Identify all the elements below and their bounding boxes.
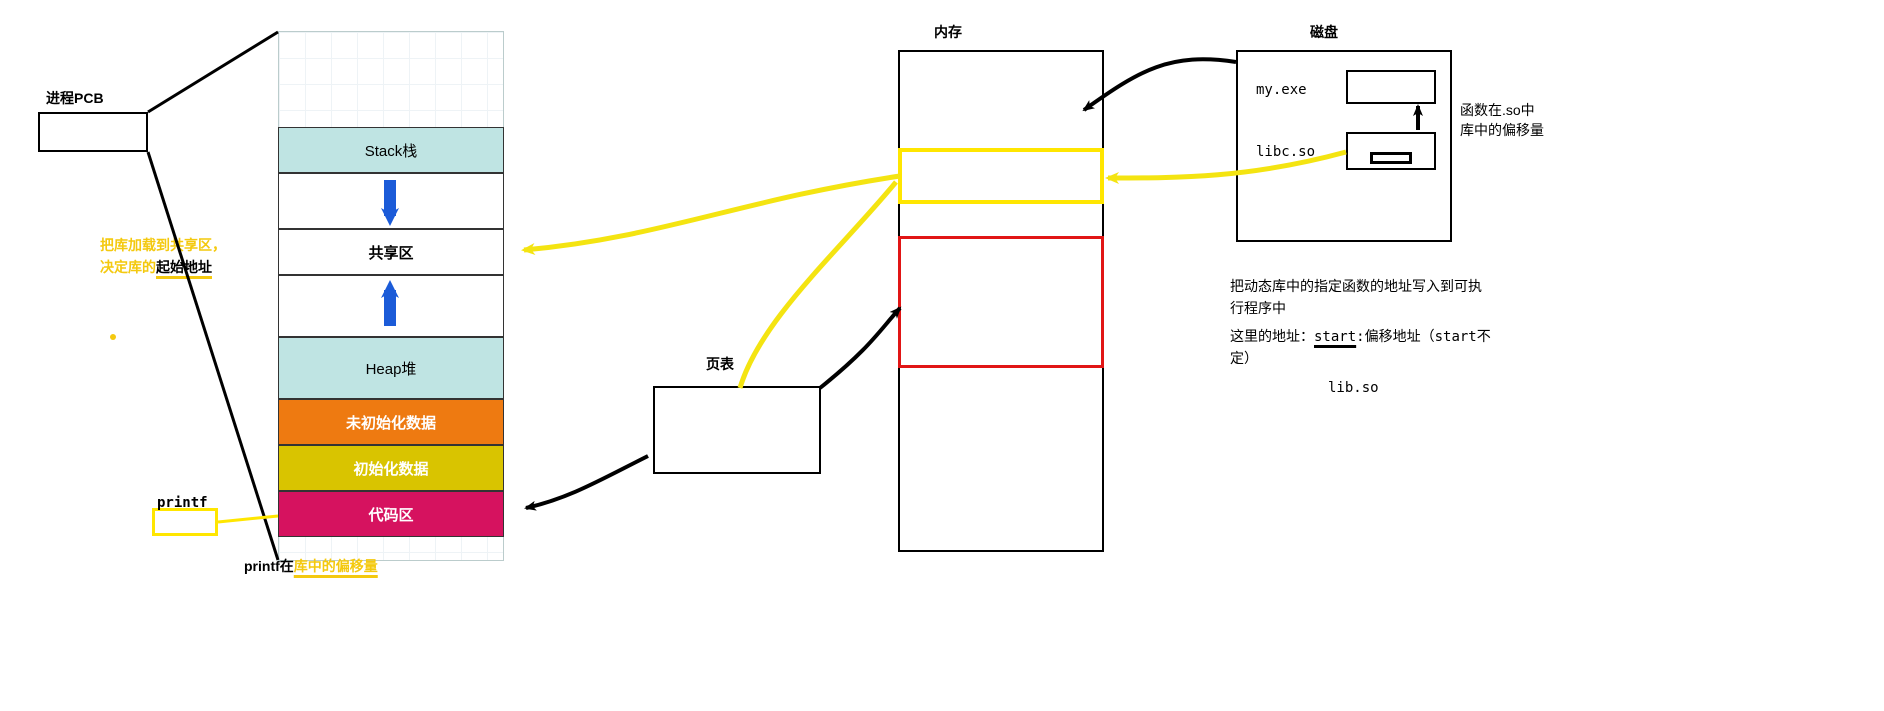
disk-desc-l3: 这里的地址：start:偏移地址（start不 — [1230, 326, 1491, 346]
load-note-line2: 决定库的起始地址 — [100, 257, 212, 277]
printf-tag: printf — [157, 495, 208, 511]
segment-heap: Heap堆 — [278, 337, 504, 399]
disk-desc-l3a: 这里的地址： — [1230, 328, 1314, 344]
disk-file2-icon — [1346, 132, 1436, 170]
printf-caption: printf在库中的偏移量 — [244, 556, 378, 576]
disk-desc-l3b: start — [1314, 329, 1356, 345]
disk-title: 磁盘 — [1310, 22, 1338, 42]
segment-shared-label: 共享区 — [368, 242, 413, 263]
segment-stack: Stack栈 — [278, 127, 504, 173]
arrow-disk-to-mem — [1084, 59, 1236, 110]
printf-caption-black: printf在 — [244, 558, 294, 574]
segment-gap-bottom — [278, 275, 504, 337]
diagram-canvas: 进程PCB Stack栈 共享区 Heap堆 未初始化数据 初始化数据 代码区 … — [0, 0, 1884, 711]
mem-red-region — [898, 236, 1104, 368]
segment-gap-top — [278, 173, 504, 229]
arrow-pt-to-physmem — [820, 308, 900, 388]
segment-data-label: 初始化数据 — [353, 458, 428, 479]
pcb-label: 进程PCB — [46, 88, 104, 108]
arrow-yellow-mem-to-shared — [524, 176, 900, 250]
arrow-pt-to-code — [526, 456, 648, 508]
disk-desc-l1: 把动态库中的指定函数的地址写入到可执 — [1230, 276, 1482, 296]
mem-yellow-region — [898, 148, 1104, 204]
disk-file2-inner — [1370, 152, 1412, 164]
load-note-line1: 把库加载到共享区， — [100, 235, 226, 255]
segment-bss-label: 未初始化数据 — [346, 412, 436, 433]
disk-desc-l5: lib.so — [1328, 380, 1379, 396]
disk-right-l2: 库中的偏移量 — [1460, 120, 1544, 140]
line-pcb-to-mem-top — [148, 32, 278, 112]
printf-caption-yellow: 库中的偏移量 — [294, 558, 378, 574]
segment-code: 代码区 — [278, 491, 504, 537]
segment-heap-label: Heap堆 — [366, 358, 417, 379]
segment-shared: 共享区 — [278, 229, 504, 275]
printf-box — [152, 508, 218, 536]
curve-yellow-pt-to-mem — [740, 182, 896, 388]
pcb-box — [38, 112, 148, 152]
page-table-box — [653, 386, 821, 474]
dot-marker — [110, 334, 116, 340]
load-note-line2-a: 决定库的 — [100, 259, 156, 275]
segment-data: 初始化数据 — [278, 445, 504, 491]
segment-code-label: 代码区 — [368, 504, 413, 525]
disk-desc-l3c: :偏移地址（start不 — [1356, 329, 1491, 345]
load-note-line2-b: 起始地址 — [156, 259, 212, 275]
segment-stack-label: Stack栈 — [365, 140, 418, 161]
disk-right-l1: 函数在.so中 — [1460, 100, 1535, 120]
disk-file-myexe: my.exe — [1256, 82, 1307, 98]
memory-title: 内存 — [934, 22, 962, 42]
disk-desc-l4: 定） — [1230, 348, 1258, 368]
disk-file-libcso: libc.so — [1256, 144, 1315, 160]
disk-file1-icon — [1346, 70, 1436, 104]
disk-desc-l2: 行程序中 — [1230, 298, 1286, 318]
line-printf-to-code — [218, 516, 278, 522]
segment-bss: 未初始化数据 — [278, 399, 504, 445]
page-table-label: 页表 — [706, 354, 734, 374]
